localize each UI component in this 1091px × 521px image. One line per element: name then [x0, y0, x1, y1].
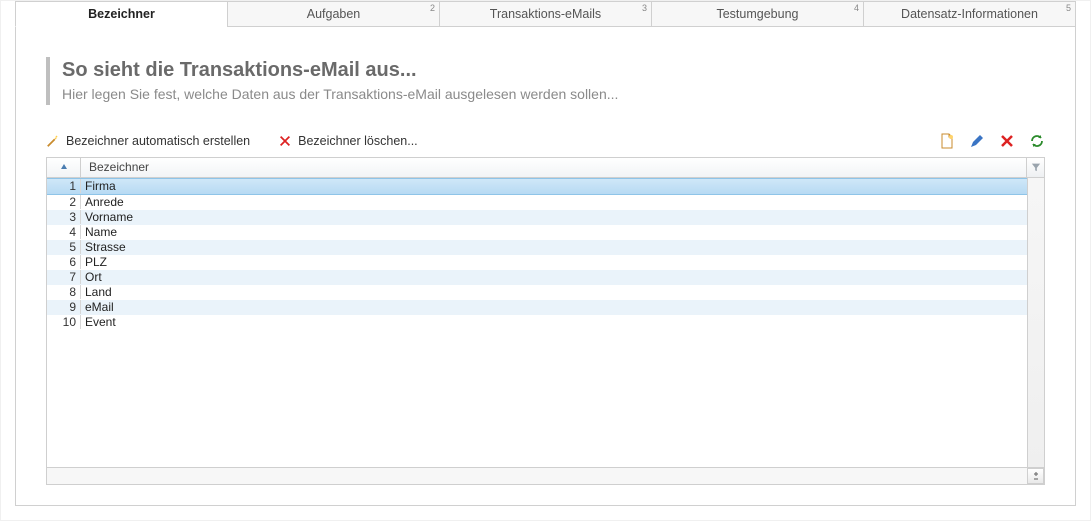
- tab-sup: 2: [430, 3, 435, 13]
- table-row[interactable]: 8Land: [47, 285, 1027, 300]
- sort-asc-icon: [60, 163, 68, 171]
- tab-bar: Bezeichner Aufgaben 2 Transaktions-eMail…: [15, 1, 1076, 27]
- new-file-icon: [939, 133, 955, 149]
- table-row[interactable]: 2Anrede: [47, 195, 1027, 210]
- column-header-bezeichner[interactable]: Bezeichner: [81, 158, 1027, 177]
- table-row[interactable]: 5Strasse: [47, 240, 1027, 255]
- tab-testumgebung[interactable]: Testumgebung 4: [651, 1, 864, 27]
- tab-sup: 4: [854, 3, 859, 13]
- row-value: Vorname: [81, 210, 1027, 224]
- row-value: Anrede: [81, 195, 1027, 209]
- tab-label: Bezeichner: [88, 7, 155, 21]
- table-row[interactable]: 3Vorname: [47, 210, 1027, 225]
- refresh-icon: [1029, 133, 1045, 149]
- tab-label: Transaktions-eMails: [490, 7, 601, 21]
- row-value: Event: [81, 315, 1027, 329]
- row-value: Ort: [81, 270, 1027, 284]
- table-row[interactable]: 7Ort: [47, 270, 1027, 285]
- row-value: eMail: [81, 300, 1027, 314]
- grid-header: Bezeichner: [47, 158, 1044, 178]
- row-number: 9: [47, 300, 81, 314]
- row-value: Strasse: [81, 240, 1027, 254]
- auto-create-button[interactable]: Bezeichner automatisch erstellen: [46, 134, 250, 148]
- grid-rows: 1Firma2Anrede3Vorname4Name5Strasse6PLZ7O…: [47, 178, 1027, 467]
- delete-label: Bezeichner löschen...: [298, 134, 418, 148]
- delete-button[interactable]: Bezeichner löschen...: [278, 134, 418, 148]
- tab-aufgaben[interactable]: Aufgaben 2: [227, 1, 440, 27]
- row-number: 4: [47, 225, 81, 239]
- page-subtitle: Hier legen Sie fest, welche Daten aus de…: [62, 85, 1045, 105]
- row-value: Firma: [81, 179, 1027, 193]
- row-number: 6: [47, 255, 81, 269]
- toolbar: Bezeichner automatisch erstellen Bezeich…: [46, 129, 1045, 153]
- row-value: Name: [81, 225, 1027, 239]
- column-header-label: Bezeichner: [89, 160, 149, 174]
- row-number: 3: [47, 210, 81, 224]
- row-number: 2: [47, 195, 81, 209]
- table-row[interactable]: 9eMail: [47, 300, 1027, 315]
- table-row[interactable]: 10Event: [47, 315, 1027, 330]
- filter-button[interactable]: [1027, 158, 1044, 177]
- tab-sup: 5: [1066, 3, 1071, 13]
- table-row[interactable]: 6PLZ: [47, 255, 1027, 270]
- row-number: 1: [47, 179, 81, 193]
- table-row[interactable]: 4Name: [47, 225, 1027, 240]
- filter-icon: [1031, 162, 1041, 172]
- tab-bezeichner[interactable]: Bezeichner: [15, 1, 228, 27]
- tab-label: Testumgebung: [716, 7, 798, 21]
- new-button[interactable]: [939, 133, 955, 149]
- grid: Bezeichner 1Firma2Anrede3Vorname4Name5St…: [46, 157, 1045, 485]
- tab-datensatz-info[interactable]: Datensatz-Informationen 5: [863, 1, 1076, 27]
- row-number: 7: [47, 270, 81, 284]
- delete-icon: [278, 134, 292, 148]
- edit-button[interactable]: [969, 133, 985, 149]
- x-icon: [999, 133, 1015, 149]
- row-number: 10: [47, 315, 81, 329]
- remove-button[interactable]: [999, 133, 1015, 149]
- auto-create-label: Bezeichner automatisch erstellen: [66, 134, 250, 148]
- tab-label: Datensatz-Informationen: [901, 7, 1038, 21]
- heading: So sieht die Transaktions-eMail aus... H…: [46, 57, 1045, 105]
- plus-minus-icon: [1031, 471, 1041, 481]
- row-value: Land: [81, 285, 1027, 299]
- tab-sup: 3: [642, 3, 647, 13]
- row-number: 5: [47, 240, 81, 254]
- wand-icon: [46, 134, 60, 148]
- table-row[interactable]: 1Firma: [47, 178, 1027, 195]
- pencil-icon: [969, 133, 985, 149]
- refresh-button[interactable]: [1029, 133, 1045, 149]
- row-value: PLZ: [81, 255, 1027, 269]
- sort-indicator[interactable]: [47, 158, 81, 177]
- row-number: 8: [47, 285, 81, 299]
- grid-footer: [47, 467, 1044, 484]
- add-row-button[interactable]: [1027, 468, 1044, 484]
- vertical-scrollbar[interactable]: [1027, 178, 1044, 467]
- tab-label: Aufgaben: [307, 7, 361, 21]
- tab-transaktions-emails[interactable]: Transaktions-eMails 3: [439, 1, 652, 27]
- page-title: So sieht die Transaktions-eMail aus...: [62, 57, 1045, 83]
- tab-panel: So sieht die Transaktions-eMail aus... H…: [15, 27, 1076, 506]
